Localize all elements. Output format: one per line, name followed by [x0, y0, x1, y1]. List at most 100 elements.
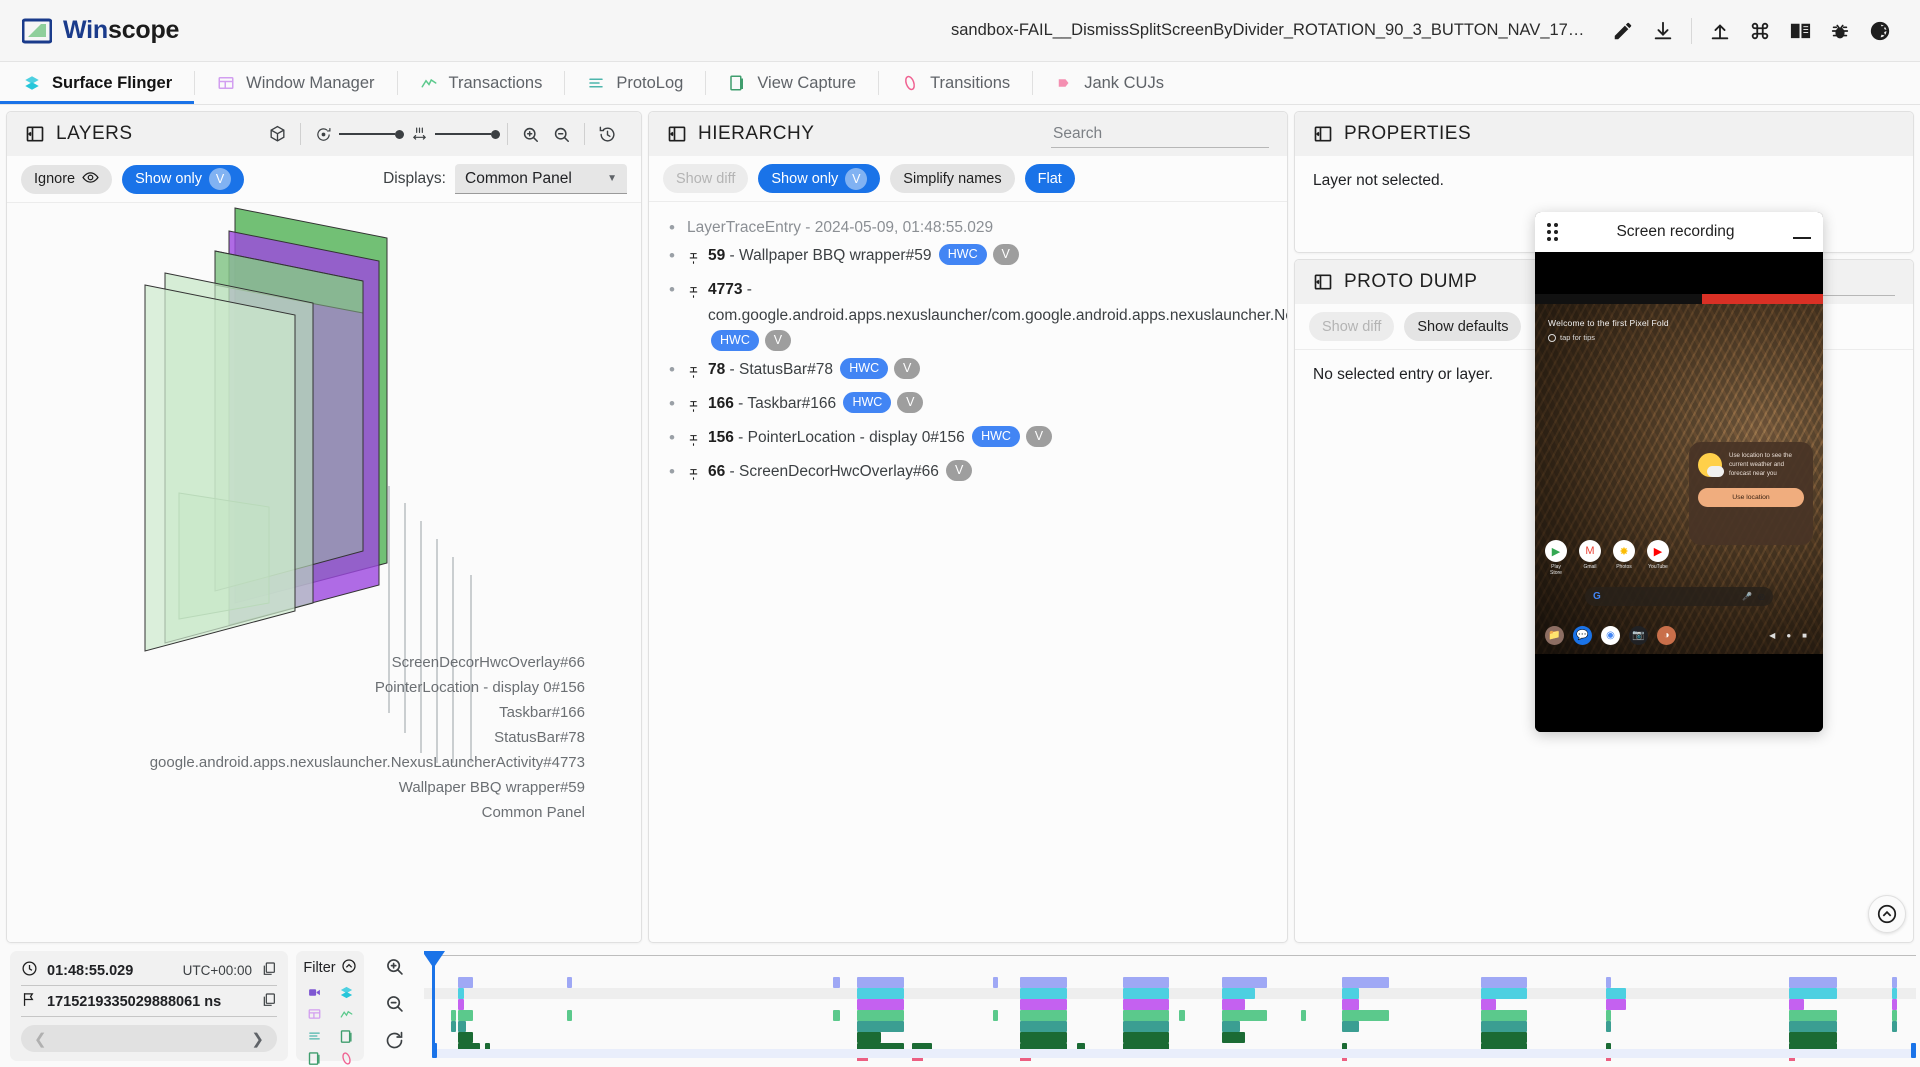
timeline-cursor-head[interactable] [424, 951, 445, 968]
timeline-block[interactable] [1342, 988, 1360, 999]
displays-select[interactable]: Common Panel ▼ [455, 164, 627, 194]
tree-root-row[interactable]: • LayerTraceEntry - 2024-05-09, 01:48:55… [665, 214, 1273, 242]
visibility-tag[interactable]: V [765, 330, 791, 351]
dark-mode-icon[interactable] [1860, 11, 1900, 51]
show-only-button[interactable]: Show only V [122, 165, 244, 194]
pin-icon[interactable] [687, 249, 700, 275]
rotation-slider[interactable] [339, 130, 404, 139]
tab-surface-flinger[interactable]: Surface Flinger [0, 62, 194, 104]
pin-icon[interactable] [687, 465, 700, 491]
hierarchy-tree[interactable]: • LayerTraceEntry - 2024-05-09, 01:48:55… [649, 202, 1287, 942]
tree-item-row[interactable]: •166 - Taskbar#166 HWCV [665, 390, 1273, 424]
mic-icon[interactable]: 🎤 [1742, 592, 1752, 601]
tree-item-row[interactable]: •66 - ScreenDecorHwcOverlay#66 V [665, 458, 1273, 492]
scrollbar-handle-right[interactable] [1911, 1043, 1916, 1058]
timeline-block[interactable] [451, 1010, 456, 1021]
pin-icon[interactable] [687, 283, 700, 309]
hwc-tag[interactable]: HWC [972, 426, 1020, 447]
show-diff-button[interactable]: Show diff [663, 164, 748, 193]
timeline-block[interactable] [1222, 988, 1255, 999]
timeline-block[interactable] [1222, 1032, 1244, 1043]
timeline-zoom-in-icon[interactable] [384, 956, 405, 982]
tree-item-row[interactable]: •156 - PointerLocation - display 0#156 H… [665, 424, 1273, 458]
layers-3d-canvas[interactable]: ScreenDecorHwcOverlay#66 PointerLocation… [7, 203, 641, 942]
chrome-icon[interactable]: ◉ [1601, 626, 1620, 645]
collapse-panel-icon[interactable] [667, 124, 687, 144]
timeline-scrollbar[interactable] [432, 1049, 1916, 1058]
tab-transitions[interactable]: Transitions [878, 62, 1032, 104]
timeline-block[interactable] [857, 1021, 905, 1032]
protolog-filter-icon[interactable] [303, 1027, 325, 1045]
timeline-block[interactable] [1123, 1021, 1169, 1032]
timeline-block[interactable] [1123, 1010, 1169, 1021]
timeline-block[interactable] [1789, 988, 1837, 999]
timeline-block[interactable] [1123, 999, 1169, 1010]
hwc-tag[interactable]: HWC [843, 392, 891, 413]
timeline-block[interactable] [1789, 999, 1804, 1010]
timeline-block[interactable] [1123, 988, 1169, 999]
messages-icon[interactable]: 💬 [1573, 626, 1592, 645]
scrollbar-handle-left[interactable] [432, 1043, 437, 1058]
entry-navigation[interactable]: ❮ ❯ [21, 1025, 277, 1052]
timeline-block[interactable] [458, 988, 465, 999]
tree-item-row[interactable]: •78 - StatusBar#78 HWCV [665, 356, 1273, 390]
minimize-icon[interactable] [1793, 237, 1811, 239]
timeline-block[interactable] [1789, 977, 1837, 988]
screen-recording-filter-icon[interactable] [303, 983, 325, 1001]
shortcuts-icon[interactable] [1740, 11, 1780, 51]
hwc-tag[interactable]: HWC [711, 330, 759, 351]
timeline-reset-zoom-icon[interactable] [384, 1030, 405, 1056]
timeline-block[interactable] [857, 999, 905, 1010]
timeline-block[interactable] [1020, 999, 1068, 1010]
tab-view-capture[interactable]: View Capture [705, 62, 878, 104]
app-item[interactable]: ▶ YouTube [1647, 540, 1669, 576]
transitions-filter-icon[interactable] [335, 1049, 357, 1067]
upload-icon[interactable] [1700, 11, 1740, 51]
zoom-in-icon[interactable] [515, 119, 546, 150]
tree-item-row[interactable]: •59 - Wallpaper BBQ wrapper#59 HWCV [665, 242, 1273, 276]
expand-timeline-button[interactable] [1868, 895, 1906, 933]
tab-transactions[interactable]: Transactions [397, 62, 565, 104]
google-search-bar[interactable]: G 🎤 ◎ [1585, 587, 1773, 606]
timeline-block[interactable] [1481, 1021, 1527, 1032]
timeline-block[interactable] [1481, 977, 1527, 988]
timeline-block[interactable] [1481, 988, 1527, 999]
timeline-block[interactable] [857, 1032, 881, 1043]
timeline-block[interactable] [857, 988, 905, 999]
visibility-tag[interactable]: V [897, 392, 923, 413]
timeline-block[interactable] [458, 999, 465, 1010]
timeline-block[interactable] [1342, 1010, 1390, 1021]
surface-flinger-filter-icon[interactable] [335, 983, 357, 1001]
timeline-block[interactable] [857, 1010, 905, 1021]
reset-view-icon[interactable] [592, 119, 623, 150]
timeline-block[interactable] [1892, 977, 1898, 988]
download-icon[interactable] [1643, 11, 1683, 51]
flat-button[interactable]: Flat [1025, 164, 1075, 193]
assistant-icon[interactable]: ◑ [1657, 626, 1676, 645]
timeline-block[interactable] [1481, 1032, 1527, 1043]
files-icon[interactable]: 📁 [1545, 626, 1564, 645]
view-capture-filter-icon[interactable] [335, 1027, 357, 1045]
timeline-block[interactable] [1606, 999, 1626, 1010]
tab-protolog[interactable]: ProtoLog [564, 62, 705, 104]
visibility-tag[interactable]: V [946, 460, 972, 481]
timeline-block[interactable] [1789, 1032, 1837, 1043]
home-nav-icon[interactable]: ● [1786, 631, 1791, 640]
timeline-block[interactable] [1222, 999, 1244, 1010]
timeline-block[interactable] [1123, 1032, 1169, 1043]
timeline-block[interactable] [1481, 999, 1496, 1010]
documentation-icon[interactable] [1780, 11, 1820, 51]
timeline-block[interactable] [1606, 1010, 1611, 1021]
timeline-block[interactable] [1301, 1010, 1307, 1021]
tab-window-manager[interactable]: Window Manager [194, 62, 396, 104]
show-only-button[interactable]: Show only V [758, 164, 880, 193]
timeline-block[interactable] [1606, 1021, 1611, 1032]
timeline-block[interactable] [1892, 1021, 1898, 1032]
pin-icon[interactable] [687, 363, 700, 389]
timeline-block[interactable] [1892, 1010, 1898, 1021]
copy-icon[interactable] [261, 961, 277, 981]
timeline-block[interactable] [857, 977, 905, 988]
timeline-block[interactable] [458, 1021, 466, 1032]
drag-handle-icon[interactable] [1547, 223, 1558, 241]
timeline-block[interactable] [1222, 1010, 1267, 1021]
